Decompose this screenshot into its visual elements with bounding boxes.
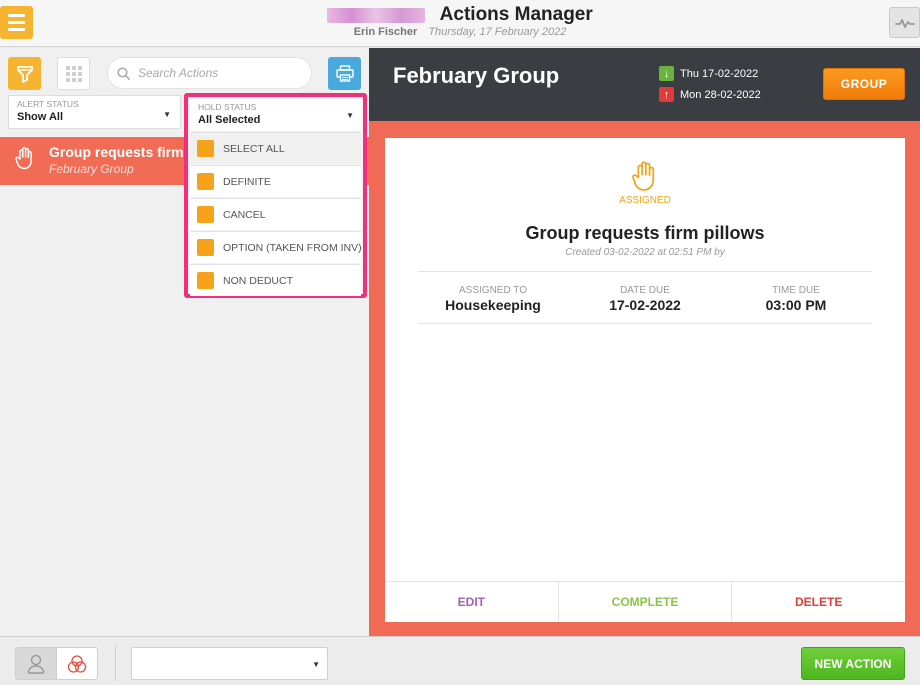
checkbox-icon[interactable] <box>197 173 214 190</box>
checkbox-icon[interactable] <box>197 140 214 157</box>
hold-option-definite[interactable]: DEFINITE <box>190 165 361 197</box>
hold-option-label: NON DEDUCT <box>223 274 293 287</box>
alert-status-value: Show All <box>17 111 64 123</box>
arrow-up-icon: ↑ <box>659 87 674 102</box>
grid-view-button[interactable] <box>57 57 90 90</box>
page-title: Actions Manager <box>439 4 593 25</box>
person-view-button[interactable] <box>16 648 57 679</box>
activity-button[interactable] <box>889 7 920 38</box>
divider <box>418 323 872 324</box>
hold-status-select[interactable]: HOLD STATUS All Selected ▼ <box>190 99 361 131</box>
filter-icon <box>16 65 33 83</box>
group-view-button[interactable] <box>57 648 97 679</box>
search-input[interactable] <box>138 66 298 80</box>
hold-status-label: HOLD STATUS <box>198 102 257 112</box>
checkbox-icon[interactable] <box>197 272 214 289</box>
user-name: Erin Fischer <box>353 26 418 38</box>
search-icon <box>117 66 130 80</box>
card-actions: EDIT COMPLETE DELETE <box>385 581 905 622</box>
date-due-value: 17-02-2022 <box>609 297 681 313</box>
hold-status-value: All Selected <box>198 114 261 126</box>
time-due-field: TIME DUE 03:00 PM <box>721 285 871 313</box>
created-info: Created 03-02-2022 at 02:51 PM by <box>565 247 725 258</box>
hold-option-label: SELECT ALL <box>223 142 285 155</box>
arrival-date: ↓ Thu 17-02-2022 <box>659 66 758 81</box>
date-due-field: DATE DUE 17-02-2022 <box>570 285 720 313</box>
grid-icon <box>65 65 82 82</box>
hold-option-non-deduct[interactable]: NON DEDUCT <box>190 264 361 296</box>
checkbox-icon[interactable] <box>197 206 214 223</box>
action-item-group: February Group <box>49 162 134 176</box>
detail-header: February Group ↓ Thu 17-02-2022 ↑ Mon 28… <box>369 48 920 121</box>
pulse-icon <box>894 18 915 28</box>
hold-option-cancel[interactable]: CANCEL <box>190 198 361 230</box>
assigned-to-label: ASSIGNED TO <box>459 285 527 296</box>
status-badge: ASSIGNED <box>619 195 671 206</box>
bottom-select[interactable]: ▼ <box>131 647 328 680</box>
time-due-value: 03:00 PM <box>765 297 827 313</box>
hold-option-label: DEFINITE <box>223 175 271 188</box>
arrow-down-icon: ↓ <box>659 66 674 81</box>
checkbox-icon[interactable] <box>197 239 214 256</box>
print-button[interactable] <box>328 57 361 90</box>
complete-button[interactable]: COMPLETE <box>557 582 732 622</box>
person-icon <box>27 654 45 674</box>
current-date: Thursday, 17 February 2022 <box>428 26 567 38</box>
time-due-label: TIME DUE <box>772 285 820 296</box>
action-detail-panel: February Group ↓ Thu 17-02-2022 ↑ Mon 28… <box>369 48 920 636</box>
hold-option-option-taken[interactable]: OPTION (TAKEN FROM INV) <box>190 231 362 263</box>
hand-icon <box>15 146 32 170</box>
user-date-line: Erin Fischer Thursday, 17 February 2022 <box>0 26 920 38</box>
chevron-down-icon: ▼ <box>312 660 320 669</box>
bottom-bar: ▼ NEW ACTION <box>0 636 920 685</box>
chevron-down-icon: ▼ <box>163 110 171 119</box>
action-title: Group requests firm pillows <box>525 223 765 243</box>
alert-status-label: ALERT STATUS <box>17 99 79 109</box>
group-button[interactable]: GROUP <box>823 68 905 100</box>
assigned-to-field: ASSIGNED TO Housekeeping <box>418 285 568 313</box>
rings-icon <box>67 654 87 673</box>
title-area: Actions Manager <box>0 4 920 26</box>
hold-option-label: OPTION (TAKEN FROM INV) <box>223 241 362 254</box>
departure-date: ↑ Mon 28-02-2022 <box>659 87 761 102</box>
view-toggle <box>15 647 98 680</box>
arrival-date-text: Thu 17-02-2022 <box>680 67 759 80</box>
hold-status-dropdown: HOLD STATUS All Selected ▼ SELECT ALL DE… <box>184 93 367 298</box>
departure-date-text: Mon 28-02-2022 <box>680 88 761 101</box>
alert-status-select[interactable]: ALERT STATUS Show All ▼ <box>8 95 181 129</box>
top-bar: Actions Manager Erin Fischer Thursday, 1… <box>0 0 920 47</box>
printer-icon <box>335 65 354 82</box>
action-card: ASSIGNED Group requests firm pillows Cre… <box>385 138 905 622</box>
delete-button[interactable]: DELETE <box>731 582 905 622</box>
assigned-to-value: Housekeeping <box>445 297 541 313</box>
date-due-label: DATE DUE <box>620 285 670 296</box>
edit-button[interactable]: EDIT <box>385 582 558 622</box>
group-name: February Group <box>393 63 560 88</box>
action-item-title: Group requests firm pillows <box>49 144 189 160</box>
search-field[interactable] <box>107 57 312 89</box>
hold-option-select-all[interactable]: SELECT ALL <box>190 132 361 164</box>
chevron-down-icon: ▼ <box>346 111 354 120</box>
filter-button[interactable] <box>8 57 41 90</box>
divider <box>115 645 116 681</box>
hand-icon <box>632 161 655 191</box>
new-action-button[interactable]: NEW ACTION <box>801 647 905 680</box>
divider <box>418 271 872 272</box>
hold-option-label: CANCEL <box>223 208 266 221</box>
redacted-property-name <box>327 7 426 23</box>
